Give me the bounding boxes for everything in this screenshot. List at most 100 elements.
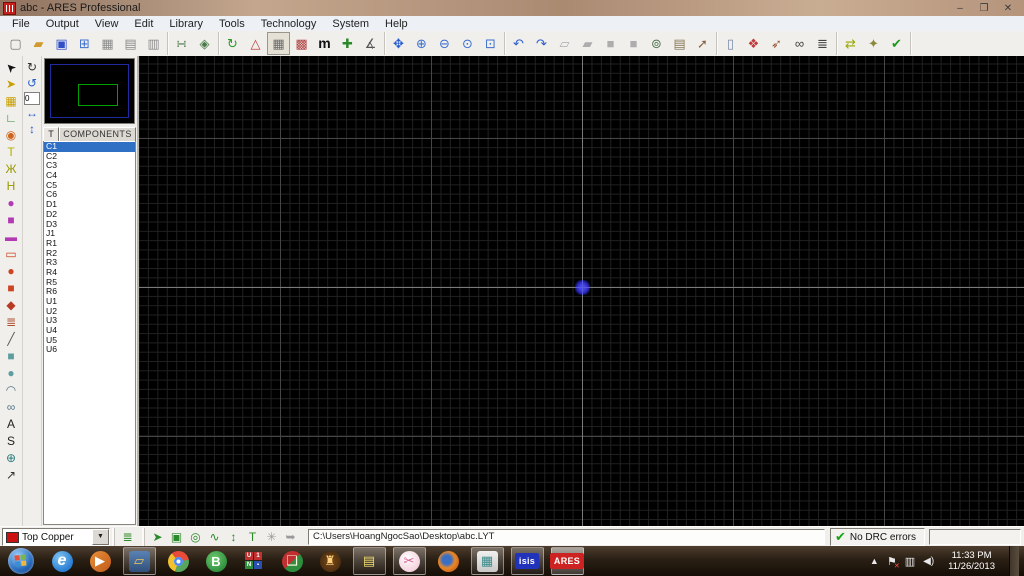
menu-item-edit[interactable]: Edit	[126, 18, 161, 30]
component-item[interactable]: R2	[44, 248, 135, 259]
component-item[interactable]: U3	[44, 316, 135, 326]
zoom-out-icon[interactable]: ⊖	[433, 32, 456, 55]
trace-mode-icon[interactable]: ∟	[2, 110, 20, 127]
import-region-icon[interactable]: ⊞	[73, 32, 96, 55]
zoom-region-icon[interactable]: ⊚	[645, 32, 668, 55]
rotate-cw-icon[interactable]: ↻	[24, 60, 40, 75]
design-explorer-icon[interactable]: ▯	[719, 32, 742, 55]
component-item[interactable]: U4	[44, 325, 135, 336]
filter-trace-icon[interactable]: ∿	[205, 529, 224, 546]
filter-ratsnest-icon[interactable]: ✳	[262, 529, 281, 546]
component-item[interactable]: C4	[44, 170, 135, 181]
search-components-icon[interactable]: ∞	[788, 32, 811, 55]
sticky-notes-taskbar-icon[interactable]: ▤	[352, 547, 386, 575]
new-file-icon[interactable]: ▢	[4, 32, 27, 55]
path-2d-icon[interactable]: ∞	[2, 399, 20, 416]
network-icon[interactable]: ▥	[905, 555, 915, 568]
filter-drag-icon[interactable]: ↕	[224, 529, 243, 546]
print-area-icon[interactable]: ▥	[142, 32, 165, 55]
menu-item-technology[interactable]: Technology	[253, 18, 325, 30]
component-item[interactable]: C5	[44, 180, 135, 191]
print-icon[interactable]: ▤	[119, 32, 142, 55]
component-item[interactable]: D2	[44, 209, 135, 220]
menu-item-library[interactable]: Library	[161, 18, 211, 30]
component-item[interactable]: C3	[44, 161, 135, 171]
tray-chevron-icon[interactable]: ▲	[870, 556, 879, 566]
component-item[interactable]: C1	[44, 141, 135, 152]
unikey-taskbar-icon[interactable]: U 1 N ▪	[239, 548, 270, 574]
zoom-all-icon[interactable]: ⊙	[456, 32, 479, 55]
game-app-taskbar-icon[interactable]: ♜	[315, 548, 346, 574]
marker-2d-icon[interactable]: ⊕	[2, 450, 20, 467]
flip-layers-icon[interactable]: △	[244, 32, 267, 55]
component-item[interactable]: U1	[44, 296, 135, 307]
action-center-icon[interactable]: ⚑ ✕	[887, 555, 900, 570]
gateswap-icon[interactable]: ✦	[862, 32, 885, 55]
layer-selector[interactable]: Top Copper ▼	[2, 528, 110, 546]
export-region-icon[interactable]: ▦	[96, 32, 119, 55]
open-file-icon[interactable]: ▰	[27, 32, 50, 55]
menu-item-help[interactable]: Help	[377, 18, 416, 30]
start-button[interactable]	[8, 548, 34, 574]
save-file-icon[interactable]: ▣	[50, 32, 73, 55]
ratsnest-mode-icon[interactable]: Ж	[2, 161, 20, 178]
circle-2d-icon[interactable]: ●	[2, 365, 20, 382]
via-mode-icon[interactable]: ◉	[2, 127, 20, 144]
text-2d-icon[interactable]: A	[2, 416, 20, 433]
component-item[interactable]: R3	[44, 258, 135, 268]
minimize-button[interactable]: –	[954, 3, 966, 14]
layer-dropdown-button[interactable]: ▼	[92, 529, 109, 545]
mirror-vertical-icon[interactable]: ↕	[24, 122, 40, 137]
false-origin-icon[interactable]: ▩	[290, 32, 313, 55]
component-item[interactable]: J1	[44, 228, 135, 239]
component-item[interactable]: U2	[44, 306, 135, 317]
component-item[interactable]: U5	[44, 335, 135, 346]
round-pad-icon[interactable]: ●	[2, 195, 20, 212]
gift-app-taskbar-icon[interactable]: ❑	[277, 548, 308, 574]
menu-item-file[interactable]: File	[4, 18, 38, 30]
component-item[interactable]: D3	[44, 219, 135, 230]
auto-router-icon[interactable]: ➶	[765, 32, 788, 55]
green-browser-taskbar-icon[interactable]: B	[201, 548, 232, 574]
component-item[interactable]: R5	[44, 277, 135, 288]
padstack-icon[interactable]: ≣	[2, 314, 20, 331]
arc-2d-icon[interactable]: ◠	[2, 382, 20, 399]
line-2d-icon[interactable]: ╱	[2, 331, 20, 348]
filter-zone-icon[interactable]: T	[243, 529, 262, 546]
internet-explorer-taskbar-icon[interactable]: e	[47, 548, 78, 574]
goto-xy-icon[interactable]: ∡	[359, 32, 382, 55]
redraw-icon[interactable]: ↻	[221, 32, 244, 55]
ares-taskbar-icon[interactable]: ARES	[549, 547, 585, 575]
dimension-2d-icon[interactable]: ↗	[2, 467, 20, 484]
menu-item-output[interactable]: Output	[38, 18, 87, 30]
rotation-angle-input[interactable]	[24, 92, 40, 105]
filter-pad-icon[interactable]: ▣	[167, 529, 186, 546]
component-item[interactable]: C6	[44, 190, 135, 200]
pcb-canvas[interactable]	[139, 56, 1024, 526]
restore-button[interactable]: ❐	[978, 3, 990, 14]
connectivity-mode-icon[interactable]: H	[2, 178, 20, 195]
ratsnest-recompile-icon[interactable]: ⇄	[839, 32, 862, 55]
component-item[interactable]: R4	[44, 267, 135, 278]
undo-icon[interactable]: ↶	[507, 32, 530, 55]
layer-stack-icon[interactable]: ≣	[118, 529, 137, 546]
mirror-horizontal-icon[interactable]: ↔	[24, 106, 40, 121]
clock[interactable]: 11:33 PM 11/26/2013	[942, 550, 1001, 572]
component-item[interactable]: R6	[44, 287, 135, 297]
firefox-taskbar-icon[interactable]	[433, 548, 464, 574]
dil-pad-icon[interactable]: ▬	[2, 229, 20, 246]
chrome-taskbar-icon[interactable]	[163, 548, 194, 574]
grid-toggle-icon[interactable]: ▦	[267, 32, 290, 55]
snipping-tool-taskbar-icon[interactable]: ✂	[392, 547, 426, 575]
box-2d-icon[interactable]: ■	[2, 348, 20, 365]
filter-component-icon[interactable]: ➤	[148, 529, 167, 546]
explorer-taskbar-icon[interactable]: ▱	[122, 547, 156, 575]
edge-connector-pad-icon[interactable]: ▭	[2, 246, 20, 263]
component-item[interactable]: D1	[44, 199, 135, 210]
netlist-tools-icon[interactable]: ◈	[193, 32, 216, 55]
circular-smt-pad-icon[interactable]: ●	[2, 263, 20, 280]
menu-item-view[interactable]: View	[87, 18, 127, 30]
metric-toggle-icon[interactable]: m	[313, 32, 336, 55]
isis-taskbar-icon[interactable]: isis	[510, 547, 544, 575]
drc-check-icon[interactable]: ✔	[885, 32, 908, 55]
